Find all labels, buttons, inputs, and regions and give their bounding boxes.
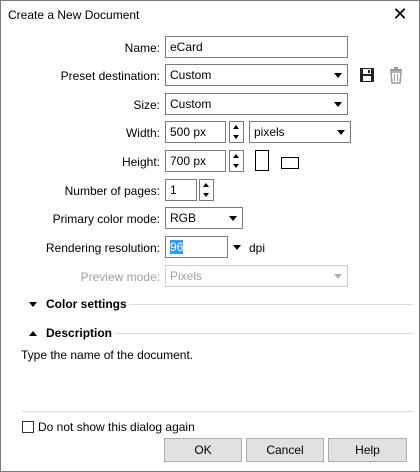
landscape-orientation-icon[interactable] <box>281 157 299 169</box>
height-label: Height: <box>121 155 160 169</box>
height-input[interactable]: 700 px <box>165 150 226 172</box>
footer-divider <box>21 411 413 412</box>
preset-destination-label: Preset destination: <box>60 69 160 83</box>
title-bar: Create a New Document ✕ <box>1 1 419 29</box>
delete-preset-icon[interactable] <box>388 66 404 84</box>
create-document-dialog: Create a New Document ✕ Name: eCard Pres… <box>0 0 420 472</box>
color-settings-toggle[interactable]: Color settings <box>29 297 127 311</box>
chevron-up-icon <box>29 331 37 337</box>
do-not-show-label: Do not show this dialog again <box>38 420 195 434</box>
primary-color-mode-label: Primary color mode: <box>52 212 160 226</box>
width-label: Width: <box>125 126 160 140</box>
description-divider <box>115 333 413 334</box>
width-stepper[interactable] <box>229 121 244 143</box>
width-input[interactable]: 500 px <box>165 121 226 143</box>
description-text: Type the name of the document. <box>21 348 194 362</box>
pages-stepper[interactable] <box>199 179 214 201</box>
preview-mode-select: Pixels <box>165 265 348 287</box>
ok-button[interactable]: OK <box>164 438 242 462</box>
preset-destination-select[interactable]: Custom <box>165 64 348 86</box>
name-label: Name: <box>124 41 160 55</box>
resolution-dropdown-button[interactable] <box>231 236 244 258</box>
chevron-down-icon <box>29 302 37 308</box>
height-stepper[interactable] <box>229 150 244 172</box>
help-button[interactable]: Help <box>328 438 407 462</box>
do-not-show-checkbox[interactable] <box>22 421 34 433</box>
rendering-resolution-input[interactable]: 96 <box>165 236 228 258</box>
close-icon[interactable]: ✕ <box>389 3 411 25</box>
size-select[interactable]: Custom <box>165 93 348 115</box>
name-input[interactable]: eCard <box>165 36 348 58</box>
description-toggle[interactable]: Description <box>29 326 112 340</box>
preview-mode-label: Preview mode: <box>80 270 160 284</box>
rendering-resolution-label: Rendering resolution: <box>45 241 160 255</box>
dpi-unit-label: dpi <box>249 241 266 255</box>
number-of-pages-label: Number of pages: <box>64 184 160 198</box>
units-select[interactable]: pixels <box>249 121 351 143</box>
color-settings-divider <box>129 304 413 305</box>
primary-color-mode-select[interactable]: RGB <box>165 207 243 229</box>
cancel-button[interactable]: Cancel <box>246 438 324 462</box>
portrait-orientation-icon[interactable] <box>255 150 269 171</box>
number-of-pages-input[interactable]: 1 <box>165 179 197 201</box>
save-preset-icon[interactable] <box>359 67 375 83</box>
dialog-title: Create a New Document <box>8 8 140 22</box>
size-label: Size: <box>133 98 160 112</box>
